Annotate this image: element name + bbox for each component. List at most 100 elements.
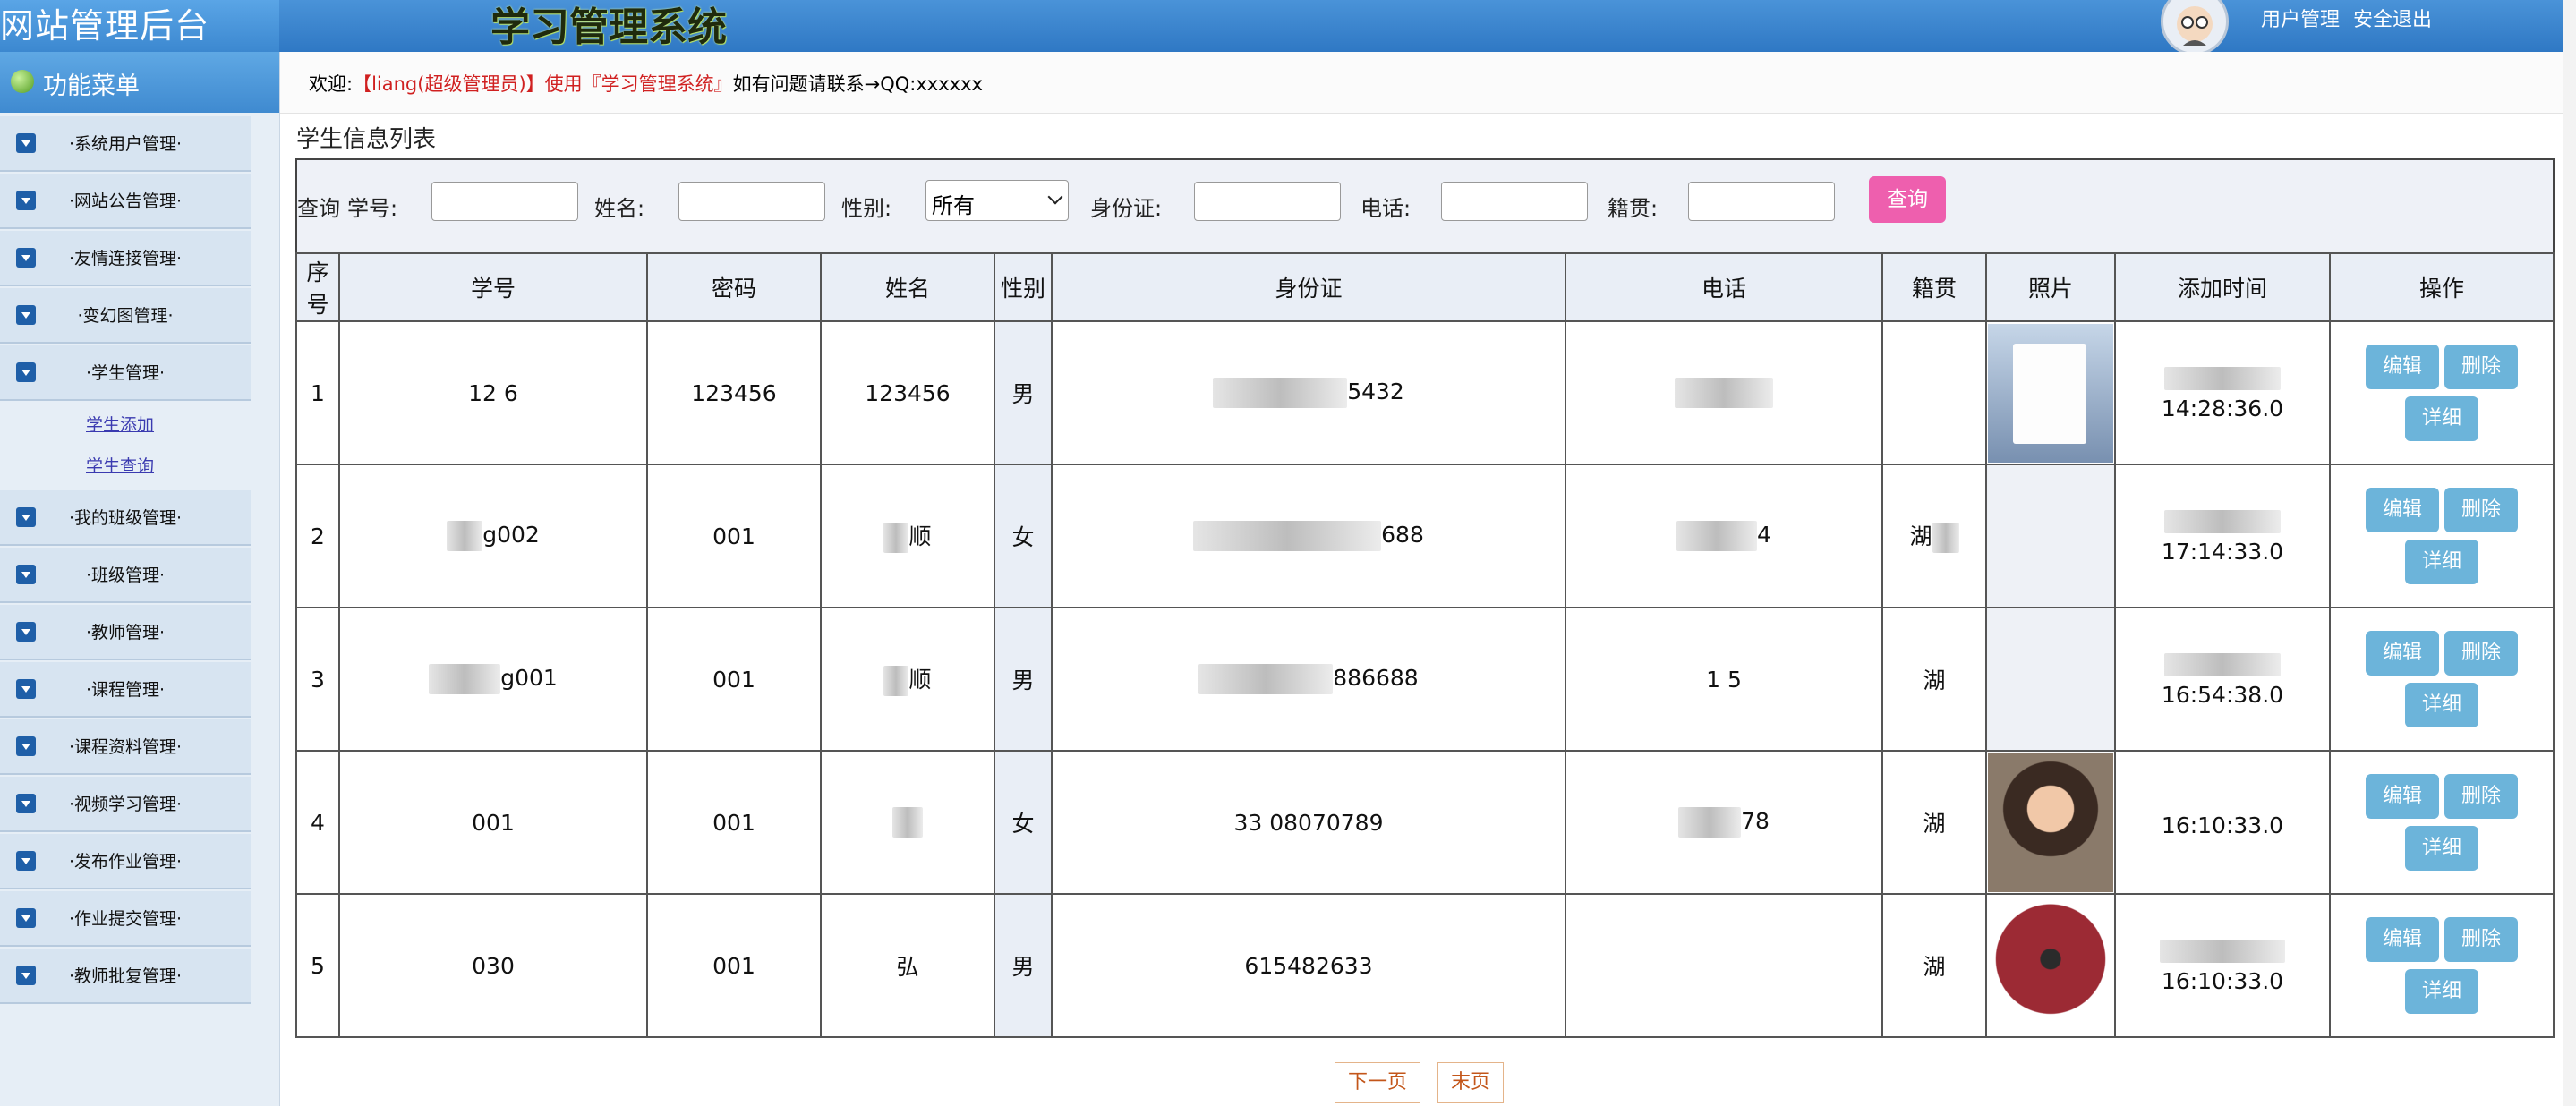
gender-select-value: 所有 bbox=[932, 193, 975, 218]
sidebar-item-students[interactable]: ·学生管理· bbox=[0, 345, 251, 401]
query-button[interactable]: 查询 bbox=[1869, 176, 1946, 223]
cell-student-no-text: g002 bbox=[482, 522, 540, 548]
sidebar-item-label: ·我的班级管理· bbox=[68, 508, 183, 528]
col-header-photo: 照片 bbox=[1985, 252, 2116, 322]
edit-button[interactable]: 编辑 bbox=[2366, 774, 2439, 819]
sidebar-item-label: ·变幻图管理· bbox=[77, 306, 174, 326]
delete-button[interactable]: 删除 bbox=[2444, 631, 2518, 676]
detail-button[interactable]: 详细 bbox=[2405, 969, 2478, 1014]
sidebar-item-friend-links[interactable]: ·友情连接管理· bbox=[0, 231, 251, 286]
cell-phone-text: 4 bbox=[1757, 522, 1771, 548]
sidebar-item-teacher-replies[interactable]: ·教师批复管理· bbox=[0, 949, 251, 1004]
detail-button[interactable]: 详细 bbox=[2405, 540, 2478, 584]
sidebar-item-publish-homework[interactable]: ·发布作业管理· bbox=[0, 834, 251, 889]
menu-gem-icon bbox=[11, 70, 34, 93]
name-input[interactable] bbox=[678, 182, 825, 221]
col-header-phone: 电话 bbox=[1565, 252, 1883, 322]
redacted-block bbox=[2164, 653, 2281, 676]
cell-phone: 4 bbox=[1565, 464, 1883, 608]
pager-next[interactable]: 下一页 bbox=[1335, 1062, 1421, 1103]
col-header-actions: 操作 bbox=[2329, 252, 2555, 322]
sidebar: 功能菜单 ·系统用户管理· ·网站公告管理· ·友情连接管理· ·变幻图管理· … bbox=[0, 52, 280, 1106]
query-prefix-label: 查询 bbox=[297, 196, 340, 221]
gender-select[interactable]: 所有 bbox=[925, 180, 1069, 221]
cell-add-time-text: 16:10:33.0 bbox=[2161, 968, 2284, 994]
cell-photo bbox=[1985, 893, 2116, 1038]
edit-button[interactable]: 编辑 bbox=[2366, 488, 2439, 532]
sidebar-item-label: ·课程管理· bbox=[85, 680, 166, 700]
edit-button[interactable]: 编辑 bbox=[2366, 631, 2439, 676]
query-form: 查询 学号: 姓名: 性别: 所有 身份证: 电话: 籍贯: 查询 bbox=[295, 158, 2555, 255]
sidebar-subitem-add-student[interactable]: 学生添加 bbox=[86, 412, 154, 436]
cell-phone-text: 78 bbox=[1741, 808, 1770, 834]
student-no-input[interactable] bbox=[431, 182, 578, 221]
delete-button[interactable]: 删除 bbox=[2444, 345, 2518, 389]
cell-hometown-text: 湖 bbox=[1909, 523, 1932, 549]
sidebar-item-slideshow[interactable]: ·变幻图管理· bbox=[0, 288, 251, 344]
edit-button[interactable]: 编辑 bbox=[2366, 917, 2439, 962]
cell-phone bbox=[1565, 893, 1883, 1038]
table-row: 3 g001 001 顺 男 886688 1 5 湖 16:54:38.0 编… bbox=[295, 607, 2555, 752]
redacted-block bbox=[883, 523, 909, 553]
vertical-scrollbar[interactable] bbox=[2563, 0, 2576, 1106]
cell-phone: 78 bbox=[1565, 750, 1883, 895]
page-title: 学生信息列表 bbox=[296, 126, 437, 153]
welcome-prefix: 欢迎: bbox=[309, 73, 354, 95]
gender-label: 性别: bbox=[841, 196, 892, 221]
sidebar-item-courses[interactable]: ·课程管理· bbox=[0, 662, 251, 718]
sidebar-item-system-users[interactable]: ·系统用户管理· bbox=[0, 116, 251, 172]
logout-link[interactable]: 安全退出 bbox=[2353, 9, 2432, 31]
cell-actions: 编辑 删除 详细 bbox=[2329, 320, 2555, 465]
chevron-down-icon bbox=[1047, 189, 1063, 205]
redacted-block bbox=[447, 521, 483, 551]
sidebar-item-announcements[interactable]: ·网站公告管理· bbox=[0, 174, 251, 229]
sidebar-item-video-learning[interactable]: ·视频学习管理· bbox=[0, 777, 251, 832]
delete-button[interactable]: 删除 bbox=[2444, 774, 2518, 819]
welcome-suffix: 如有问题请联系→QQ:xxxxxx bbox=[732, 73, 983, 95]
phone-input[interactable] bbox=[1441, 182, 1588, 221]
cell-hometown: 湖 bbox=[1881, 464, 1987, 608]
cell-add-time-text: 14:28:36.0 bbox=[2161, 396, 2284, 421]
sidebar-item-teachers[interactable]: ·教师管理· bbox=[0, 605, 251, 660]
sidebar-item-label: ·系统用户管理· bbox=[68, 134, 183, 154]
cell-name: 顺 bbox=[820, 464, 995, 608]
edit-button[interactable]: 编辑 bbox=[2366, 345, 2439, 389]
sidebar-item-homework-submissions[interactable]: ·作业提交管理· bbox=[0, 891, 251, 947]
detail-button[interactable]: 详细 bbox=[2405, 683, 2478, 727]
sidebar-item-classes[interactable]: ·班级管理· bbox=[0, 548, 251, 603]
delete-button[interactable]: 删除 bbox=[2444, 917, 2518, 962]
top-links: 用户管理 安全退出 bbox=[2261, 4, 2432, 32]
cell-add-time: 16:54:38.0 bbox=[2114, 607, 2331, 752]
site-title: 网站管理后台 bbox=[0, 6, 210, 46]
sidebar-item-my-classes[interactable]: ·我的班级管理· bbox=[0, 490, 251, 546]
col-header-password: 密码 bbox=[646, 252, 822, 322]
sidebar-subitem-query-student[interactable]: 学生查询 bbox=[86, 453, 154, 477]
hometown-input[interactable] bbox=[1688, 182, 1835, 221]
detail-button[interactable]: 详细 bbox=[2405, 396, 2478, 441]
redacted-block bbox=[1193, 521, 1382, 551]
delete-button[interactable]: 删除 bbox=[2444, 488, 2518, 532]
phone-label: 电话: bbox=[1361, 196, 1412, 221]
detail-button[interactable]: 详细 bbox=[2405, 826, 2478, 871]
col-header-hometown: 籍贯 bbox=[1881, 252, 1987, 322]
idcard-input[interactable] bbox=[1194, 182, 1341, 221]
cell-gender: 男 bbox=[994, 893, 1053, 1038]
sidebar-title: 功能菜单 bbox=[43, 72, 140, 100]
sidebar-header: 功能菜单 bbox=[0, 52, 279, 113]
cell-add-time: 17:14:33.0 bbox=[2114, 464, 2331, 608]
cell-name: 123456 bbox=[820, 320, 995, 465]
sidebar-item-course-materials[interactable]: ·课程资料管理· bbox=[0, 719, 251, 775]
cell-idcard: 33 08070789 bbox=[1051, 750, 1566, 895]
cell-name-text: 顺 bbox=[908, 667, 932, 693]
main-content: 学生信息列表 查询 学号: 姓名: 性别: 所有 身份证: 电话: 籍贯: 查询… bbox=[280, 114, 2576, 1106]
cell-password: 001 bbox=[646, 607, 822, 752]
cell-password: 123456 bbox=[646, 320, 822, 465]
cell-name-text: 顺 bbox=[908, 523, 932, 549]
cell-idcard-text: 5432 bbox=[1347, 379, 1404, 404]
col-header-idcard: 身份证 bbox=[1051, 252, 1566, 322]
pager-last[interactable]: 末页 bbox=[1437, 1062, 1505, 1103]
cell-password: 001 bbox=[646, 893, 822, 1038]
avatar[interactable] bbox=[2161, 0, 2229, 55]
user-management-link[interactable]: 用户管理 bbox=[2261, 9, 2340, 31]
table-row: 1 12 6 123456 123456 男 5432 14:28:36.0 编… bbox=[295, 320, 2555, 465]
